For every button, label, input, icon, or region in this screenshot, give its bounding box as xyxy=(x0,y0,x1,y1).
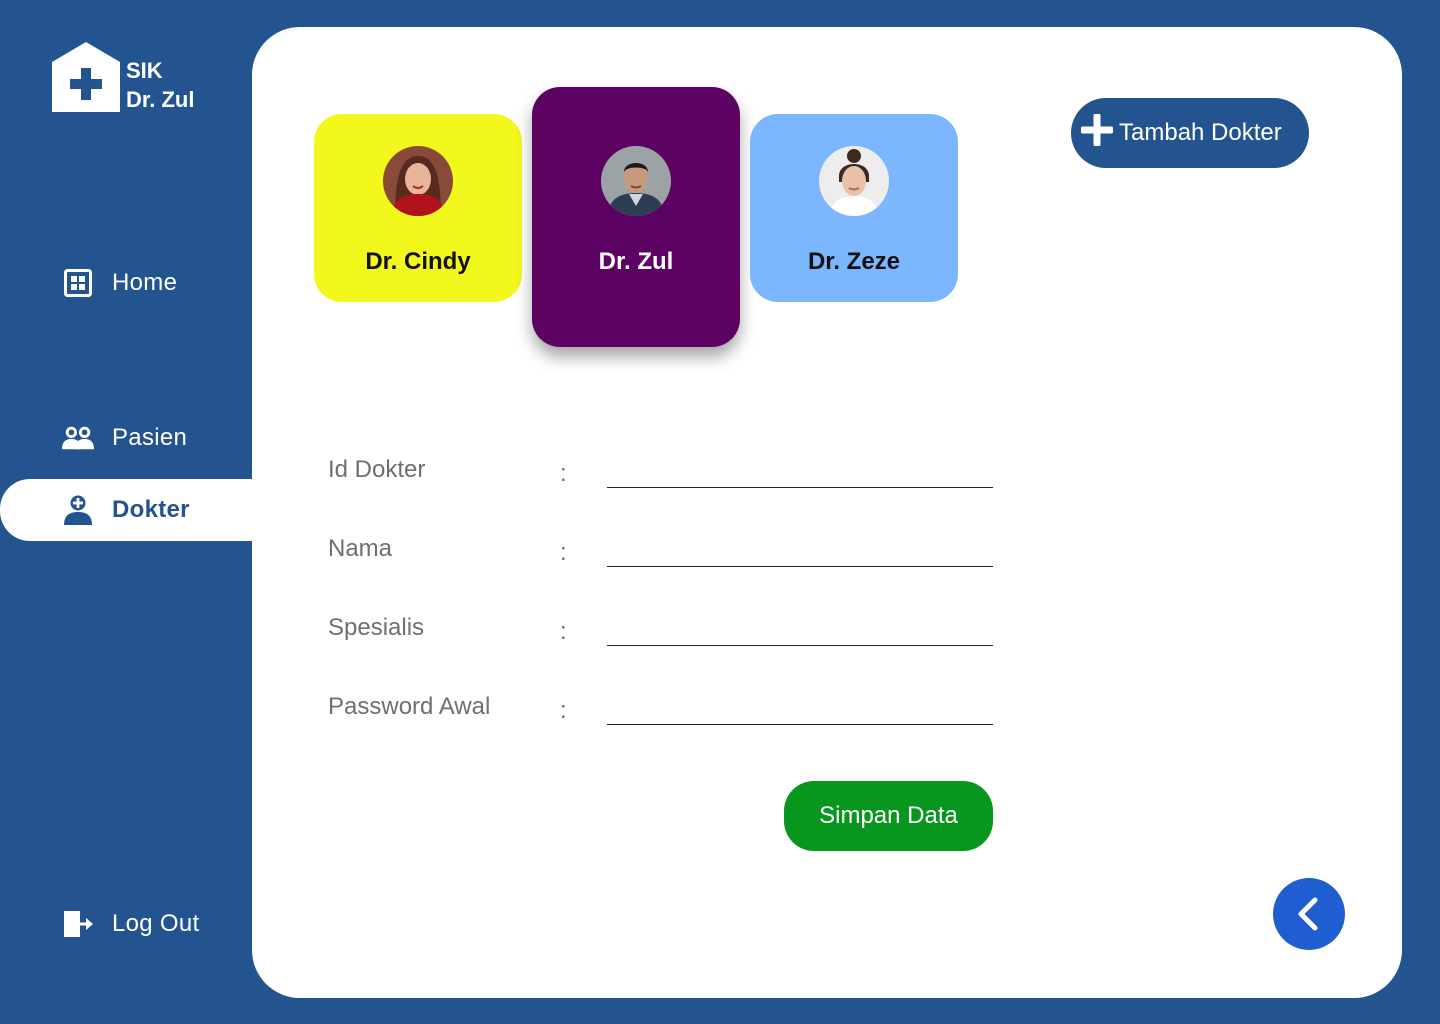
plus-icon xyxy=(1081,114,1113,146)
doctor-name: Dr. Cindy xyxy=(365,248,471,275)
app-name: SIK Dr. Zul xyxy=(126,56,194,114)
sidebar-item-home[interactable]: Home xyxy=(0,252,252,314)
field-separator: : xyxy=(560,539,567,566)
sidebar-item-label: Log Out xyxy=(112,910,200,937)
chevron-left-icon xyxy=(1298,897,1318,931)
doctor-card-zeze[interactable]: Dr. Zeze xyxy=(750,114,958,302)
field-label: Password Awal xyxy=(328,693,491,720)
back-button[interactable] xyxy=(1273,878,1345,950)
field-separator: : xyxy=(560,460,567,487)
add-doctor-button[interactable]: Tambah Dokter xyxy=(1071,98,1309,168)
form-row-password-awal: Password Awal : xyxy=(328,693,993,733)
avatar xyxy=(383,146,453,216)
id-dokter-input[interactable] xyxy=(607,458,993,488)
doctor-name: Dr. Zul xyxy=(598,248,674,275)
logout-icon xyxy=(62,908,94,940)
field-label: Id Dokter xyxy=(328,456,426,483)
grid-icon xyxy=(62,267,94,299)
app-name-line1: SIK xyxy=(126,58,163,83)
avatar xyxy=(819,146,889,216)
doctor-card-cindy[interactable]: Dr. Cindy xyxy=(314,114,522,302)
field-label: Spesialis xyxy=(328,614,425,641)
form-row-spesialis: Spesialis : xyxy=(328,614,993,654)
doctor-name: Dr. Zeze xyxy=(807,248,901,275)
doctor-icon xyxy=(62,494,94,526)
app-logo[interactable]: SIK Dr. Zul xyxy=(50,40,230,120)
main-panel: Dr. Cindy Dr. Zul Dr. Zeze Tambah Dokter… xyxy=(252,27,1402,998)
field-separator: : xyxy=(560,618,567,645)
field-separator: : xyxy=(560,697,567,724)
app-name-line2: Dr. Zul xyxy=(126,87,195,112)
save-button[interactable]: Simpan Data xyxy=(784,781,993,851)
sidebar-item-label: Home xyxy=(112,269,178,296)
sidebar-item-logout[interactable]: Log Out xyxy=(0,893,252,955)
avatar xyxy=(601,146,671,216)
form-row-id-dokter: Id Dokter : xyxy=(328,456,993,496)
nama-input[interactable] xyxy=(607,537,993,567)
add-doctor-label: Tambah Dokter xyxy=(1119,119,1282,146)
house-plus-icon xyxy=(52,42,120,112)
form-row-nama: Nama : xyxy=(328,535,993,575)
field-label: Nama xyxy=(328,535,393,562)
password-awal-input[interactable] xyxy=(607,695,993,725)
spesialis-input[interactable] xyxy=(607,616,993,646)
sidebar-item-label: Pasien xyxy=(112,424,188,451)
sidebar-item-pasien[interactable]: Pasien xyxy=(0,407,252,469)
sidebar-item-dokter[interactable]: Dokter xyxy=(0,479,252,541)
sidebar-item-label: Dokter xyxy=(112,496,190,523)
doctor-card-zul[interactable]: Dr. Zul xyxy=(532,87,740,347)
users-icon xyxy=(62,422,94,454)
